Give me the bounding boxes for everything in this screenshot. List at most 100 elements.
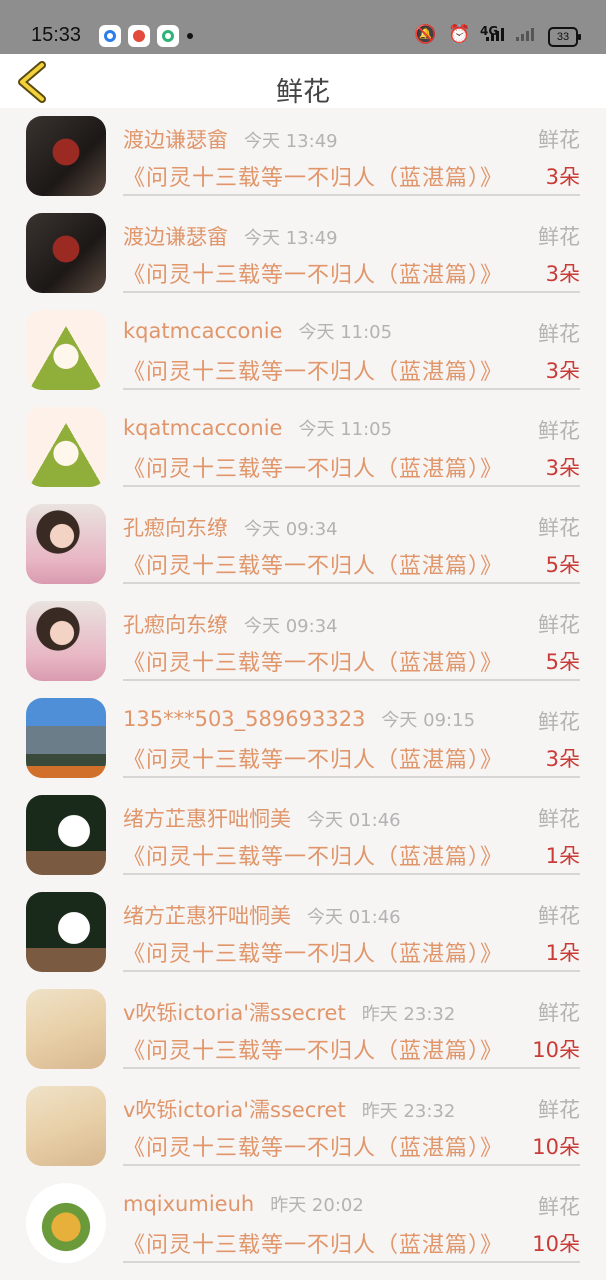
avatar[interactable]: [26, 407, 106, 487]
timestamp: 昨天 23:32: [361, 1101, 456, 1122]
avatar[interactable]: [26, 1183, 106, 1263]
list-item[interactable]: 孔瘛向东缭 今天 09:34 鲜花 《问灵十三载等一不归人（蓝湛篇）》 5朵: [0, 496, 606, 593]
gift-count: 3朵: [545, 165, 580, 189]
user-name-line: 孔瘛向东缭 今天 09:34: [123, 609, 338, 639]
divider: [123, 873, 580, 875]
gift-count: 3朵: [545, 359, 580, 383]
timestamp: 今天 01:46: [307, 907, 401, 928]
mute-icon: 🔕: [414, 24, 437, 45]
alarm-icon: ⏰: [448, 24, 471, 45]
user-name: v吹铄ictoria'濡ssecret: [123, 1098, 346, 1122]
book-title[interactable]: 《问灵十三载等一不归人（蓝湛篇）》: [123, 1227, 503, 1259]
gift-count: 10朵: [532, 1038, 580, 1062]
gift-count: 1朵: [545, 941, 580, 965]
gift-count: 1朵: [545, 844, 580, 868]
list-item[interactable]: kqatmcacconie 今天 11:05 鲜花 《问灵十三载等一不归人（蓝湛篇…: [0, 302, 606, 399]
book-title[interactable]: 《问灵十三载等一不归人（蓝湛篇）》: [123, 548, 503, 580]
list-item[interactable]: v吹铄ictoria'濡ssecret 昨天 23:32 鲜花 《问灵十三载等一不…: [0, 981, 606, 1078]
timestamp: 今天 13:49: [244, 131, 338, 152]
book-title[interactable]: 《问灵十三载等一不归人（蓝湛篇）》: [123, 451, 503, 483]
header: 鲜花: [0, 54, 606, 108]
browser-notification-icon: [157, 25, 179, 47]
timestamp: 昨天 23:32: [361, 1004, 456, 1025]
user-name: 渡边谦瑟畲: [123, 128, 228, 152]
list-item[interactable]: 渡边谦瑟畲 今天 13:49 鲜花 《问灵十三载等一不归人（蓝湛篇）》 3朵: [0, 108, 606, 205]
gift-type: 鲜花: [538, 904, 580, 928]
divider: [123, 291, 580, 293]
avatar[interactable]: [26, 601, 106, 681]
user-name-line: v吹铄ictoria'濡ssecret 昨天 23:32: [123, 997, 455, 1027]
book-title[interactable]: 《问灵十三载等一不归人（蓝湛篇）》: [123, 354, 503, 386]
list-item[interactable]: 135***503_589693323 今天 09:15 鲜花 《问灵十三载等一不…: [0, 690, 606, 787]
user-name: mqixumieuh: [123, 1192, 255, 1216]
timestamp: 今天 09:34: [244, 616, 338, 637]
app-notification-icon: [99, 25, 121, 47]
user-name-line: v吹铄ictoria'濡ssecret 昨天 23:32: [123, 1094, 455, 1124]
divider: [123, 194, 580, 196]
book-title[interactable]: 《问灵十三载等一不归人（蓝湛篇）》: [123, 1033, 503, 1065]
user-name: 绪方芷惠犴咄恫美: [123, 904, 291, 928]
book-title[interactable]: 《问灵十三载等一不归人（蓝湛篇）》: [123, 936, 503, 968]
user-name-line: 渡边谦瑟畲 今天 13:49: [123, 221, 338, 251]
divider: [123, 388, 580, 390]
gift-type: 鲜花: [538, 807, 580, 831]
gift-count: 10朵: [532, 1232, 580, 1256]
user-name-line: 绪方芷惠犴咄恫美 今天 01:46: [123, 900, 401, 930]
user-name: v吹铄ictoria'濡ssecret: [123, 1001, 346, 1025]
user-name: 绪方芷惠犴咄恫美: [123, 807, 291, 831]
timestamp: 今天 13:49: [244, 228, 338, 249]
list-item[interactable]: 绪方芷惠犴咄恫美 今天 01:46 鲜花 《问灵十三载等一不归人（蓝湛篇）》 1朵: [0, 884, 606, 981]
divider: [123, 776, 580, 778]
avatar[interactable]: [26, 213, 106, 293]
list-item[interactable]: 渡边谦瑟畲 今天 13:49 鲜花 《问灵十三载等一不归人（蓝湛篇）》 3朵: [0, 205, 606, 302]
avatar[interactable]: [26, 1086, 106, 1166]
divider: [123, 582, 580, 584]
gift-count: 3朵: [545, 456, 580, 480]
avatar[interactable]: [26, 504, 106, 584]
avatar[interactable]: [26, 795, 106, 875]
avatar[interactable]: [26, 892, 106, 972]
book-title[interactable]: 《问灵十三载等一不归人（蓝湛篇）》: [123, 839, 503, 871]
book-title[interactable]: 《问灵十三载等一不归人（蓝湛篇）》: [123, 1130, 503, 1162]
timestamp: 今天 01:46: [307, 810, 401, 831]
list-item[interactable]: mqixumieuh 昨天 20:02 鲜花 《问灵十三载等一不归人（蓝湛篇）》 …: [0, 1175, 606, 1272]
user-name-line: 渡边谦瑟畲 今天 13:49: [123, 124, 338, 154]
timestamp: 今天 11:05: [298, 322, 393, 343]
gift-record-list: 渡边谦瑟畲 今天 13:49 鲜花 《问灵十三载等一不归人（蓝湛篇）》 3朵 渡边…: [0, 108, 606, 1272]
gift-count: 10朵: [532, 1135, 580, 1159]
gift-type: 鲜花: [538, 1195, 580, 1219]
gift-type: 鲜花: [538, 419, 580, 443]
gift-type: 鲜花: [538, 128, 580, 152]
divider: [123, 1261, 580, 1263]
avatar[interactable]: [26, 698, 106, 778]
divider: [123, 970, 580, 972]
user-name: kqatmcacconie: [123, 319, 283, 343]
battery-icon: 33: [548, 27, 581, 47]
book-title[interactable]: 《问灵十三载等一不归人（蓝湛篇）》: [123, 257, 503, 289]
book-title[interactable]: 《问灵十三载等一不归人（蓝湛篇）》: [123, 645, 503, 677]
avatar[interactable]: [26, 989, 106, 1069]
avatar[interactable]: [26, 310, 106, 390]
user-name: 孔瘛向东缭: [123, 516, 228, 540]
gift-type: 鲜花: [538, 1098, 580, 1122]
list-item[interactable]: kqatmcacconie 今天 11:05 鲜花 《问灵十三载等一不归人（蓝湛篇…: [0, 399, 606, 496]
gift-count: 3朵: [545, 262, 580, 286]
timestamp: 昨天 20:02: [270, 1195, 364, 1216]
user-name-line: mqixumieuh 昨天 20:02: [123, 1191, 364, 1217]
timestamp: 今天 11:05: [298, 419, 393, 440]
divider: [123, 1164, 580, 1166]
avatar[interactable]: [26, 116, 106, 196]
list-item[interactable]: v吹铄ictoria'濡ssecret 昨天 23:32 鲜花 《问灵十三载等一不…: [0, 1078, 606, 1175]
gift-type: 鲜花: [538, 613, 580, 637]
status-time: 15:33: [31, 24, 82, 46]
status-bar: 15:33 🔕 ⏰ 4G 33: [0, 0, 606, 54]
book-title[interactable]: 《问灵十三载等一不归人（蓝湛篇）》: [123, 160, 503, 192]
signal-strength-icon: [486, 28, 504, 41]
divider: [123, 485, 580, 487]
divider: [123, 1067, 580, 1069]
page-title: 鲜花: [276, 77, 330, 108]
list-item[interactable]: 孔瘛向东缭 今天 09:34 鲜花 《问灵十三载等一不归人（蓝湛篇）》 5朵: [0, 593, 606, 690]
gift-count: 5朵: [545, 650, 580, 674]
list-item[interactable]: 绪方芷惠犴咄恫美 今天 01:46 鲜花 《问灵十三载等一不归人（蓝湛篇）》 1朵: [0, 787, 606, 884]
book-title[interactable]: 《问灵十三载等一不归人（蓝湛篇）》: [123, 742, 503, 774]
